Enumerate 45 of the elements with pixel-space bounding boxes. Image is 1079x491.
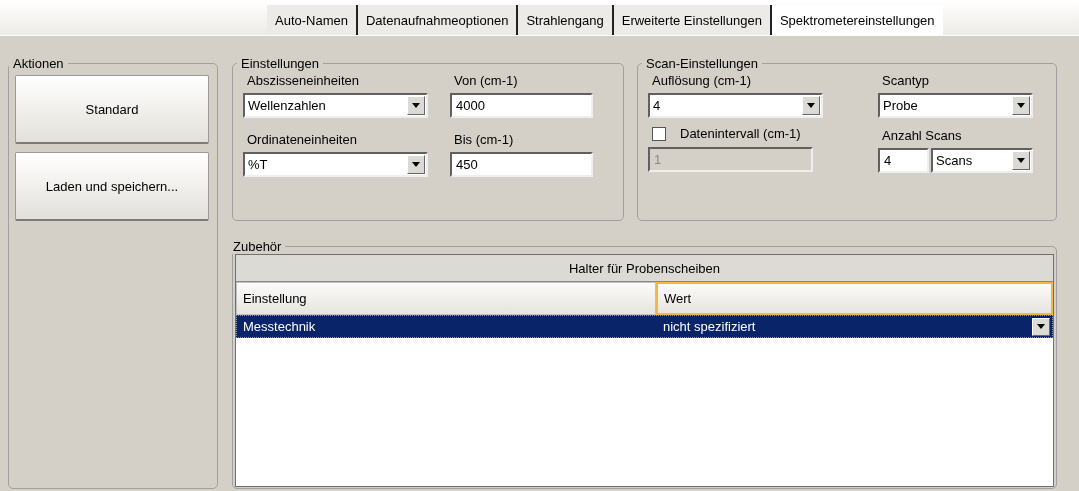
table-cell-text: nicht spezifiziert [663, 319, 757, 334]
dropdown-arrow-icon [412, 103, 420, 108]
field-label: Abszisseneinheiten [246, 73, 361, 88]
dropdown-button[interactable] [407, 155, 425, 174]
action-button[interactable]: Laden und speichern... [15, 152, 209, 221]
tab[interactable]: Erweiterte Einstellungen [613, 5, 772, 35]
dropdown-button[interactable] [802, 96, 820, 115]
group-title: Scan-Einstellungen [645, 56, 760, 71]
tab[interactable]: Auto-Namen [267, 5, 358, 35]
tab[interactable]: Datenaufnahmeoptionen [358, 5, 519, 35]
table-caption: Halter für Probenscheiben [236, 255, 1053, 282]
dropdown-arrow-icon [1037, 324, 1045, 329]
action-button[interactable]: Standard [15, 75, 209, 144]
dropdown-button[interactable] [1032, 317, 1050, 336]
table-row[interactable]: Messtechnik nicht spezifiziert [236, 315, 1053, 338]
number-field[interactable]: 4000 [450, 93, 593, 118]
field-label: Scantyp [881, 73, 930, 88]
checkbox-label: Datenintervall (cm-1) [679, 126, 801, 141]
table-cell-text: Messtechnik [243, 319, 317, 334]
unit-select[interactable]: %T [243, 152, 428, 177]
dropdown-arrow-icon [412, 162, 420, 167]
dropdown-arrow-icon [1017, 103, 1025, 108]
scan-type-select[interactable]: Probe [878, 93, 1033, 118]
dropdown-arrow-icon [807, 103, 815, 108]
field-label: Ordinateneinheiten [246, 132, 358, 147]
tab[interactable]: Spektrometereinstellungen [771, 5, 943, 35]
field-label: Von (cm-1) [453, 73, 519, 88]
tab[interactable]: Strahlengang [518, 5, 614, 35]
number-field[interactable]: 450 [450, 152, 593, 177]
field-label: Anzahl Scans [881, 128, 963, 143]
dropdown-arrow-icon [1017, 158, 1025, 163]
dropdown-button[interactable] [1012, 96, 1030, 115]
scan-count-field[interactable]: 4 [878, 148, 929, 173]
resolution-select[interactable]: 4 [648, 93, 823, 118]
group-title: Einstellungen [240, 56, 321, 71]
dropdown-button[interactable] [1012, 151, 1030, 170]
column-header[interactable]: Wert [656, 282, 1053, 315]
field-label: Bis (cm-1) [453, 132, 515, 147]
dropdown-button[interactable] [407, 96, 425, 115]
group-title: Aktionen [12, 56, 65, 71]
group-title: Zubehör [232, 239, 283, 254]
field-label: Auflösung (cm-1) [651, 73, 752, 88]
column-header[interactable]: Einstellung [236, 282, 656, 315]
scan-unit-select[interactable]: Scans [931, 148, 1033, 173]
unit-select[interactable]: Wellenzahlen [243, 93, 428, 118]
